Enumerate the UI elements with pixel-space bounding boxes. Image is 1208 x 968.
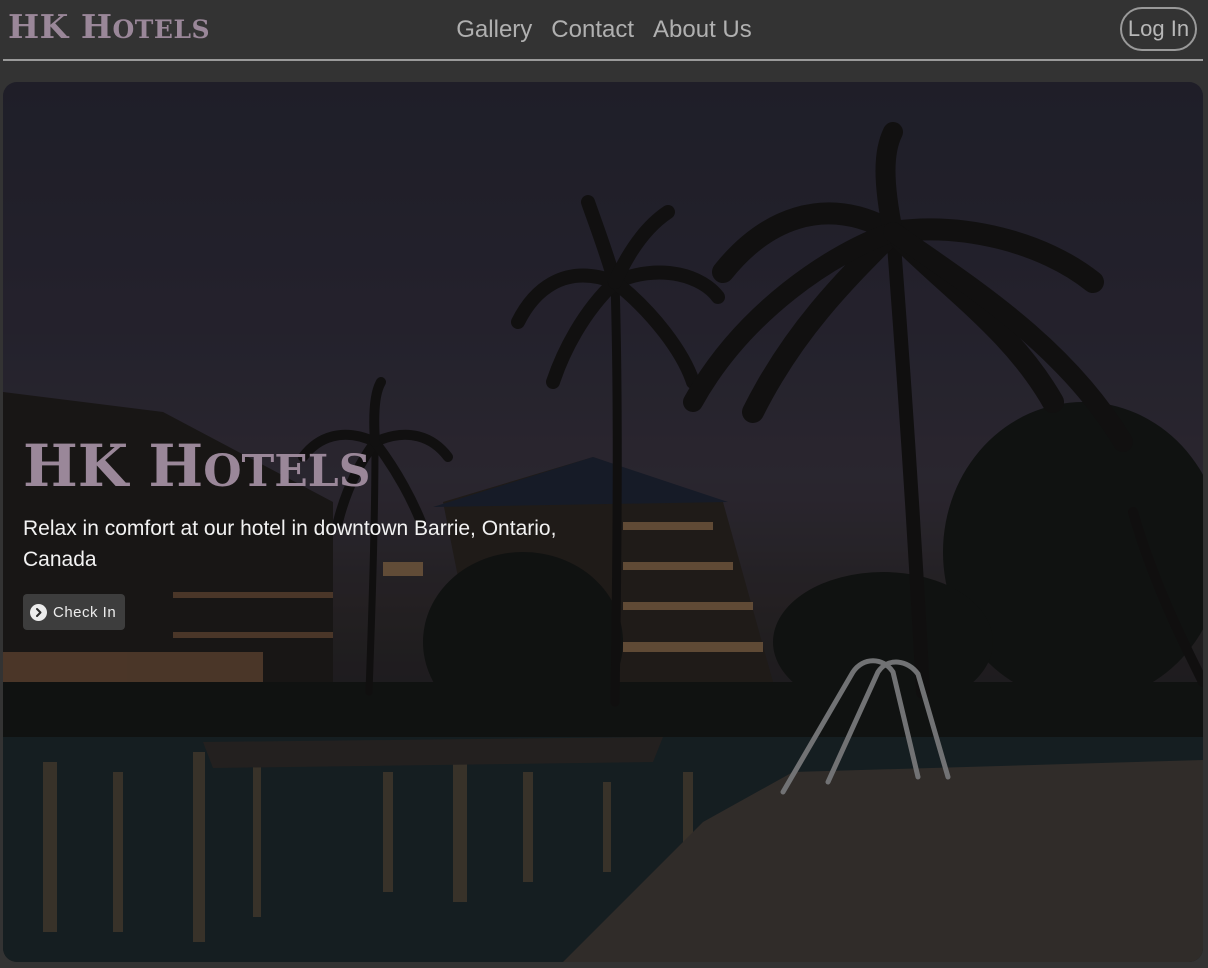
- check-in-button[interactable]: Check In: [23, 594, 126, 630]
- hero-title-rest: OTELS: [203, 446, 371, 497]
- nav-link-about-us[interactable]: About Us: [653, 14, 752, 46]
- nav-divider: [3, 59, 1203, 61]
- nav-link-contact[interactable]: Contact: [551, 14, 634, 46]
- chevron-circle-right-icon: [30, 603, 47, 621]
- hero-title: HK HOTELS: [23, 437, 583, 495]
- navbar: HK HOTELS Gallery Contact About Us Log I…: [0, 0, 1208, 61]
- nav-link-gallery[interactable]: Gallery: [456, 14, 532, 46]
- login-button[interactable]: Log In: [1120, 7, 1197, 51]
- hero-title-initial: HK H: [23, 432, 204, 500]
- hero-subtitle: Relax in comfort at our hotel in downtow…: [23, 517, 557, 571]
- hero-content: HK HOTELS Relax in comfort at our hotel …: [23, 437, 583, 630]
- nav-links: Gallery Contact About Us: [0, 14, 1208, 46]
- hero-banner: HK HOTELS Relax in comfort at our hotel …: [3, 82, 1203, 962]
- check-in-label: Check In: [53, 603, 117, 621]
